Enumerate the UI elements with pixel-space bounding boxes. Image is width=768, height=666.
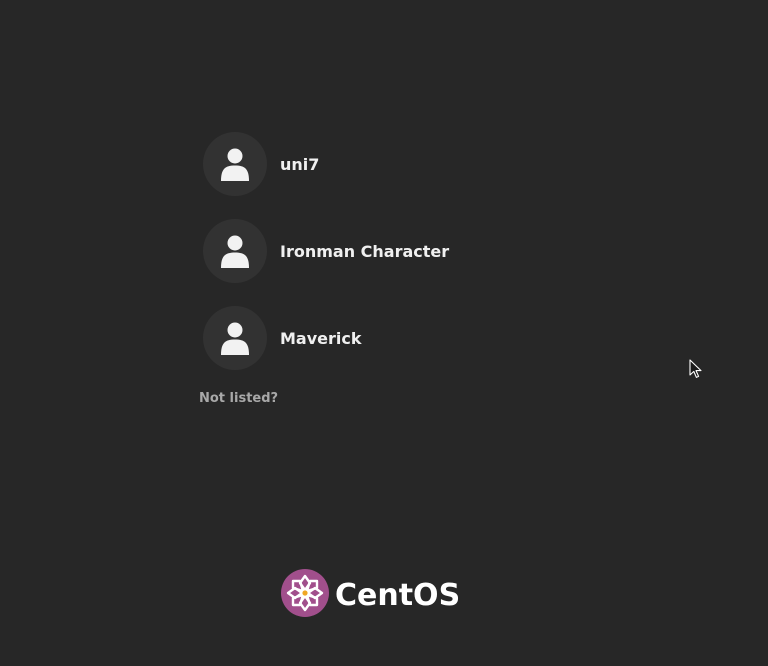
user-item-uni7[interactable]: uni7 [203,132,523,196]
user-name-label: Ironman Character [280,241,450,261]
user-item-ironman-character[interactable]: Ironman Character [203,219,523,283]
user-name-label: uni7 [280,154,320,174]
centos-logo-icon [281,569,329,621]
user-avatar-icon [203,219,267,283]
centos-logo: CentOS [281,569,461,621]
user-avatar-icon [203,306,267,370]
user-item-maverick[interactable]: Maverick [203,306,523,370]
user-list: uni7 Ironman Character Maverick [203,132,523,393]
mouse-pointer-icon [689,359,703,383]
centos-wordmark: CentOS [335,577,461,613]
user-avatar-icon [203,132,267,196]
not-listed-link[interactable]: Not listed? [199,391,278,406]
user-name-label: Maverick [280,328,362,348]
